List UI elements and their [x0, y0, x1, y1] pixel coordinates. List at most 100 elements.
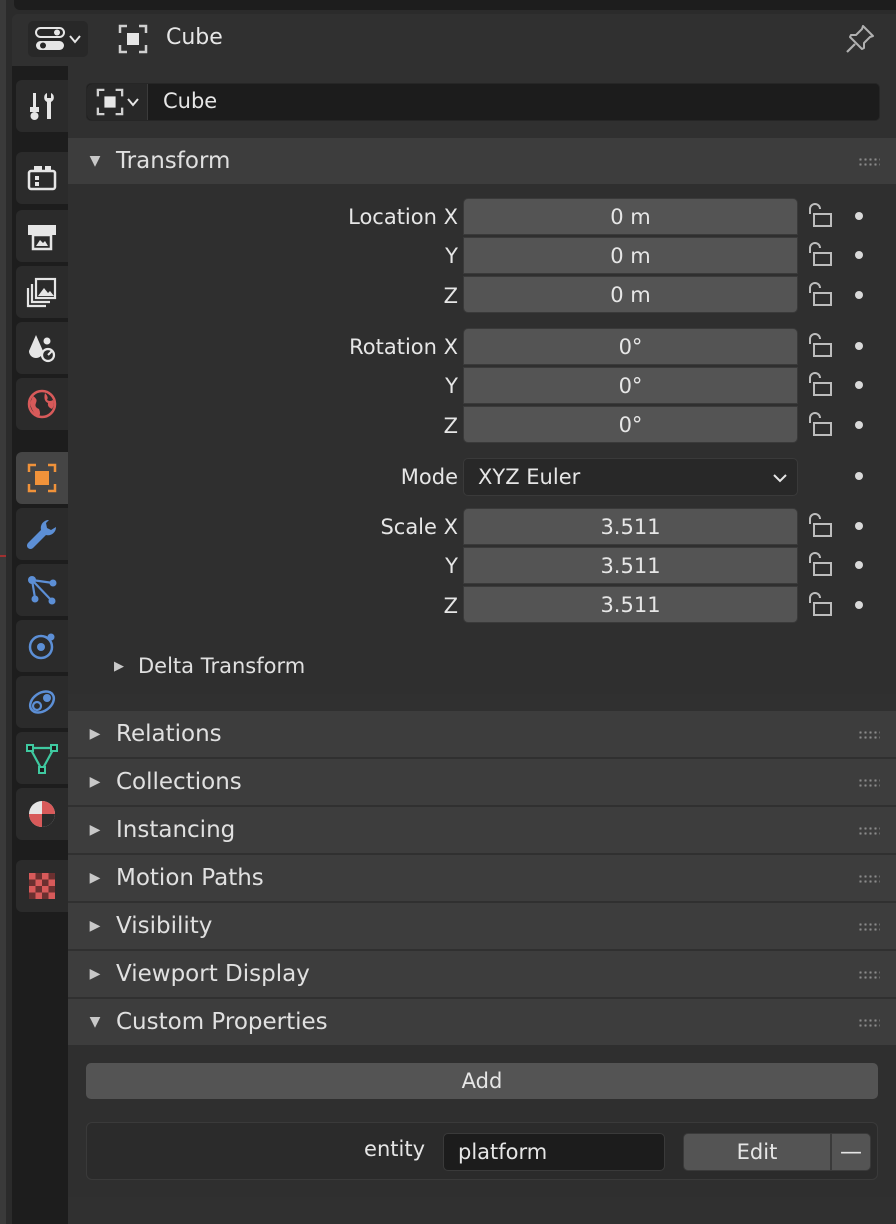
lock-icon[interactable]: [806, 241, 834, 269]
panel-header-custom-properties[interactable]: ▼ Custom Properties: [68, 999, 896, 1045]
tab-object[interactable]: [16, 452, 68, 504]
lock-icon[interactable]: [806, 371, 834, 399]
tab-physics[interactable]: [16, 620, 68, 672]
panel-title: Custom Properties: [116, 1009, 328, 1035]
subpanel-title: Delta Transform: [138, 654, 306, 678]
scale-y-field[interactable]: 3.511: [463, 547, 798, 584]
location-z-field[interactable]: 0 m: [463, 276, 798, 313]
lock-icon[interactable]: [806, 332, 834, 360]
property-key-label: entity: [364, 1137, 425, 1161]
physics-icon: [28, 633, 55, 660]
keyframe-dot[interactable]: [855, 561, 863, 569]
property-value-field[interactable]: platform: [443, 1133, 665, 1171]
wrench-screwdriver-icon: [30, 93, 54, 120]
lock-icon[interactable]: [806, 202, 834, 230]
drag-grip-icon[interactable]: [858, 157, 880, 167]
drag-grip-icon[interactable]: [858, 730, 880, 740]
tab-modifiers[interactable]: [16, 508, 68, 560]
tab-constraints[interactable]: [16, 676, 68, 728]
location-y-field[interactable]: 0 m: [463, 237, 798, 274]
rotation-y-label: Y: [445, 374, 458, 398]
location-x-field[interactable]: 0 m: [463, 198, 798, 235]
particles-icon: [28, 576, 57, 605]
rotation-mode-select[interactable]: XYZ Euler: [463, 458, 798, 496]
panel-header-relations[interactable]: ▶ Relations: [68, 711, 896, 757]
material-icon: [29, 801, 55, 827]
edit-property-button[interactable]: Edit: [683, 1133, 831, 1171]
drag-grip-icon[interactable]: [858, 922, 880, 932]
properties-editor: Cube Cube ▼ Transform Location X Y Z 0 m…: [12, 14, 896, 1224]
tab-render[interactable]: [16, 152, 68, 204]
keyframe-dot[interactable]: [855, 251, 863, 259]
panel-header-transform[interactable]: ▼ Transform: [68, 138, 896, 184]
checker-texture-icon: [29, 873, 55, 899]
keyframe-dot[interactable]: [855, 421, 863, 429]
tab-world[interactable]: [16, 378, 68, 430]
location-z-label: Z: [443, 284, 458, 308]
add-property-button[interactable]: Add: [86, 1063, 878, 1099]
tab-data[interactable]: [16, 732, 68, 784]
scale-x-field[interactable]: 3.511: [463, 508, 798, 545]
drag-grip-icon[interactable]: [858, 826, 880, 836]
tab-scene[interactable]: [16, 322, 68, 374]
camera-back-icon: [27, 166, 57, 191]
object-name-field[interactable]: Cube: [163, 89, 217, 113]
panel-title: Relations: [116, 721, 222, 747]
pin-icon[interactable]: [844, 23, 876, 55]
chevron-down-icon: [126, 98, 139, 107]
properties-editor-icon: [35, 27, 65, 50]
keyframe-dot[interactable]: [855, 522, 863, 530]
drag-grip-icon[interactable]: [858, 1018, 880, 1028]
tab-texture[interactable]: [16, 860, 68, 912]
remove-property-button[interactable]: —: [831, 1133, 871, 1171]
object-icon: [118, 24, 148, 54]
keyframe-dot[interactable]: [855, 381, 863, 389]
lock-icon[interactable]: [806, 281, 834, 309]
panel-title: Transform: [116, 148, 231, 174]
lock-icon[interactable]: [806, 551, 834, 579]
keyframe-dot[interactable]: [855, 342, 863, 350]
lock-icon[interactable]: [806, 591, 834, 619]
scale-y-label: Y: [445, 554, 458, 578]
panel-title: Motion Paths: [116, 865, 264, 891]
header-object-name: Cube: [166, 25, 223, 50]
subpanel-header-delta-transform[interactable]: ▶ Delta Transform: [68, 644, 896, 688]
panel-title: Viewport Display: [116, 961, 310, 987]
collapsed-triangle-icon: ▶: [114, 658, 124, 674]
lock-icon[interactable]: [806, 411, 834, 439]
constraint-icon: [28, 690, 56, 714]
mode-label: Mode: [400, 465, 458, 489]
drag-grip-icon[interactable]: [858, 778, 880, 788]
tab-material[interactable]: [16, 788, 68, 840]
rotation-x-field[interactable]: 0°: [463, 328, 798, 365]
properties-tabs: [12, 66, 68, 1224]
rotation-z-field[interactable]: 0°: [463, 406, 798, 443]
keyframe-dot[interactable]: [855, 601, 863, 609]
collapsed-triangle-icon: ▶: [89, 774, 101, 790]
panel-header-motion-paths[interactable]: ▶ Motion Paths: [68, 855, 896, 901]
drag-grip-icon[interactable]: [858, 874, 880, 884]
scale-z-label: Z: [443, 594, 458, 618]
collapsed-triangle-icon: ▶: [89, 966, 101, 982]
custom-property-row: entity platform Edit —: [86, 1122, 878, 1180]
keyframe-dot[interactable]: [855, 212, 863, 220]
tab-view-layer[interactable]: [16, 266, 68, 318]
tab-particles[interactable]: [16, 564, 68, 616]
panel-header-visibility[interactable]: ▶ Visibility: [68, 903, 896, 949]
editor-type-button[interactable]: [28, 21, 88, 57]
object-type-dropdown[interactable]: [87, 84, 148, 120]
tab-output[interactable]: [16, 210, 68, 262]
panel-header-viewport-display[interactable]: ▶ Viewport Display: [68, 951, 896, 997]
scale-z-field[interactable]: 3.511: [463, 586, 798, 623]
lock-icon[interactable]: [806, 512, 834, 540]
expanded-triangle-icon: ▼: [89, 153, 101, 169]
object-icon: [27, 463, 57, 493]
rotation-y-field[interactable]: 0°: [463, 367, 798, 404]
panel-header-instancing[interactable]: ▶ Instancing: [68, 807, 896, 853]
rotation-z-label: Z: [443, 414, 458, 438]
drag-grip-icon[interactable]: [858, 970, 880, 980]
keyframe-dot[interactable]: [855, 291, 863, 299]
panel-header-collections[interactable]: ▶ Collections: [68, 759, 896, 805]
keyframe-dot[interactable]: [855, 472, 863, 480]
tab-tool[interactable]: [16, 80, 68, 132]
